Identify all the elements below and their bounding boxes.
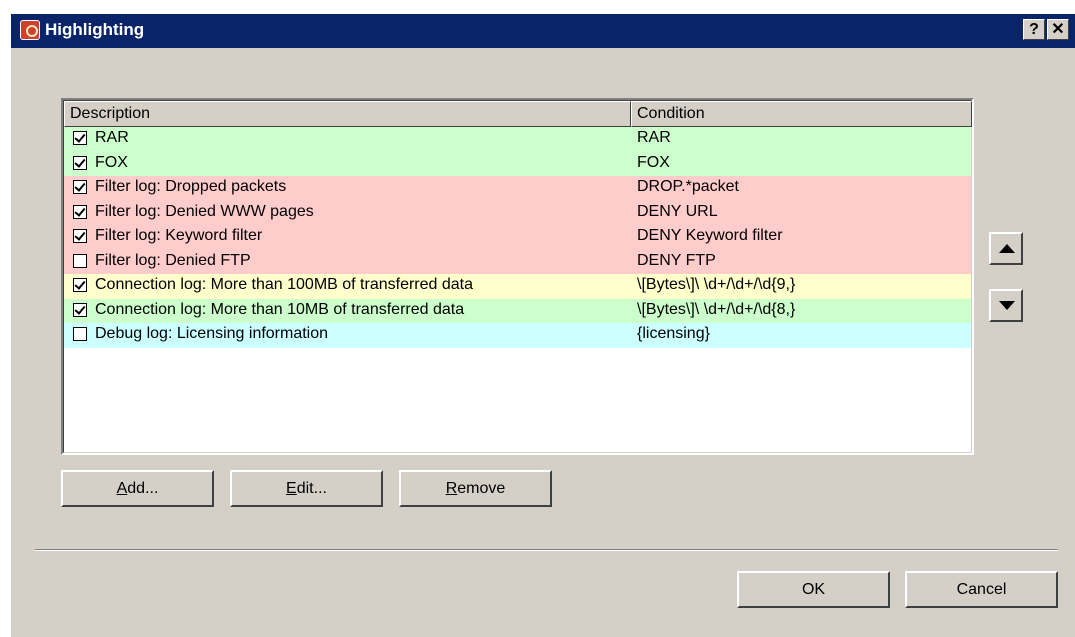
row-description: Debug log: Licensing information (95, 325, 329, 342)
row-checkbox[interactable] (73, 278, 87, 292)
cancel-button[interactable]: Cancel (905, 571, 1058, 608)
row-description: Filter log: Keyword filter (95, 227, 263, 244)
row-checkbox[interactable] (73, 180, 87, 194)
list-row[interactable]: Filter log: Keyword filter DENY Keyword f… (64, 225, 971, 250)
remove-mnemonic: R (445, 480, 458, 497)
list-row[interactable]: Debug log: Licensing information {licensi… (64, 323, 971, 348)
up-triangle-icon (999, 244, 1015, 253)
row-condition: DENY Keyword filter (637, 227, 783, 244)
row-condition: {licensing} (637, 325, 710, 342)
row-condition: \[Bytes\]\ \d+/\d+/\d{9,} (637, 276, 796, 293)
list-row[interactable]: Connection log: More than 100MB of trans… (64, 274, 971, 299)
row-condition: \[Bytes\]\ \d+/\d+/\d{8,} (637, 300, 796, 318)
row-checkbox[interactable] (73, 229, 87, 243)
row-description: Connection log: More than 10MB of transf… (95, 300, 465, 318)
row-checkbox[interactable] (73, 253, 87, 268)
remove-button[interactable]: Remove (399, 470, 552, 507)
row-description: Filter log: Denied WWW pages (95, 202, 314, 220)
move-down-button[interactable] (989, 289, 1023, 322)
close-button[interactable]: ✕ (1047, 19, 1069, 40)
edit-mnemonic: E (286, 480, 297, 497)
row-condition: DROP.*packet (637, 178, 739, 195)
list-row[interactable]: Connection log: More than 10MB of transf… (64, 298, 971, 323)
column-header-condition[interactable]: Condition (631, 101, 972, 127)
row-checkbox[interactable] (73, 131, 87, 145)
row-checkbox[interactable] (73, 204, 87, 219)
ok-button[interactable]: OK (737, 571, 890, 608)
list-row[interactable]: Filter log: Dropped packets DROP.*packet (64, 176, 971, 201)
separator (35, 549, 1058, 551)
row-description: RAR (95, 129, 129, 146)
row-condition: DENY URL (637, 202, 718, 220)
add-mnemonic: A (116, 480, 128, 497)
list-header: Description Condition (64, 101, 972, 127)
list-row[interactable]: Filter log: Denied WWW pages DENY URL (64, 200, 971, 225)
column-header-description[interactable]: Description (64, 101, 631, 127)
row-checkbox[interactable] (73, 302, 87, 317)
row-checkbox[interactable] (73, 155, 87, 170)
row-description: Filter log: Denied FTP (95, 251, 251, 269)
help-button[interactable]: ? (1023, 19, 1045, 40)
add-label: dd... (127, 480, 159, 497)
move-up-button[interactable] (989, 232, 1023, 265)
app-icon (20, 20, 40, 40)
list-row[interactable]: Filter log: Denied FTP DENY FTP (64, 249, 971, 274)
edit-button[interactable]: Edit... (230, 470, 383, 507)
list-row[interactable]: FOX FOX (64, 151, 971, 176)
highlighting-dialog: Highlighting ? ✕ Description Condition R… (10, 13, 1075, 637)
row-condition: DENY FTP (637, 251, 716, 269)
row-condition: FOX (637, 153, 670, 171)
remove-label: emove (457, 480, 506, 497)
highlighting-list[interactable]: Description Condition RAR RAR FOX FOX Filter… (61, 98, 974, 455)
list-row[interactable]: RAR RAR (64, 127, 971, 152)
add-button[interactable]: Add... (61, 470, 214, 507)
row-description: Filter log: Dropped packets (95, 178, 287, 195)
row-description: FOX (95, 153, 128, 171)
edit-label: dit... (296, 480, 327, 497)
down-triangle-icon (999, 301, 1015, 310)
row-description: Connection log: More than 100MB of trans… (95, 276, 473, 293)
window-title: Highlighting (45, 20, 145, 39)
row-checkbox[interactable] (73, 327, 87, 341)
title-bar[interactable]: Highlighting ? ✕ (11, 14, 1075, 48)
list-rows: RAR RAR FOX FOX Filter log: Dropped packets D… (64, 127, 971, 348)
row-condition: RAR (637, 129, 671, 146)
